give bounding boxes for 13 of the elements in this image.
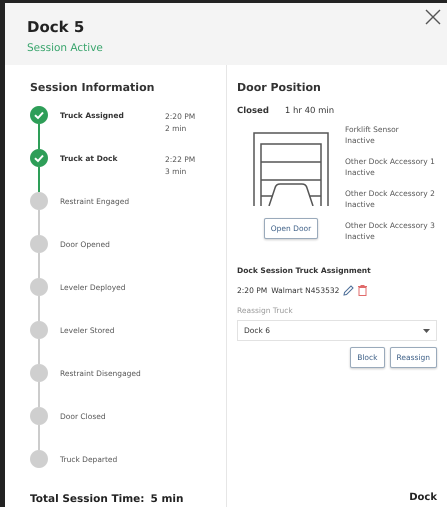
logo: Dock: [409, 492, 437, 503]
window-title: Dock 5: [27, 18, 86, 36]
total-value: 5 min: [150, 493, 184, 505]
door-state: Closed: [237, 106, 269, 116]
section-heading: Session Information: [30, 81, 156, 94]
pencil-icon[interactable]: [343, 285, 354, 296]
close-icon[interactable]: [425, 9, 441, 25]
caret-icon: [423, 328, 430, 332]
total-label: Total Session Time:: [30, 493, 144, 505]
section-heading: Door Position: [237, 81, 322, 94]
trash-icon[interactable]: [358, 285, 368, 296]
door-duration: 1 hr 40 min: [284, 106, 334, 116]
session-status: Session Active: [27, 42, 103, 54]
